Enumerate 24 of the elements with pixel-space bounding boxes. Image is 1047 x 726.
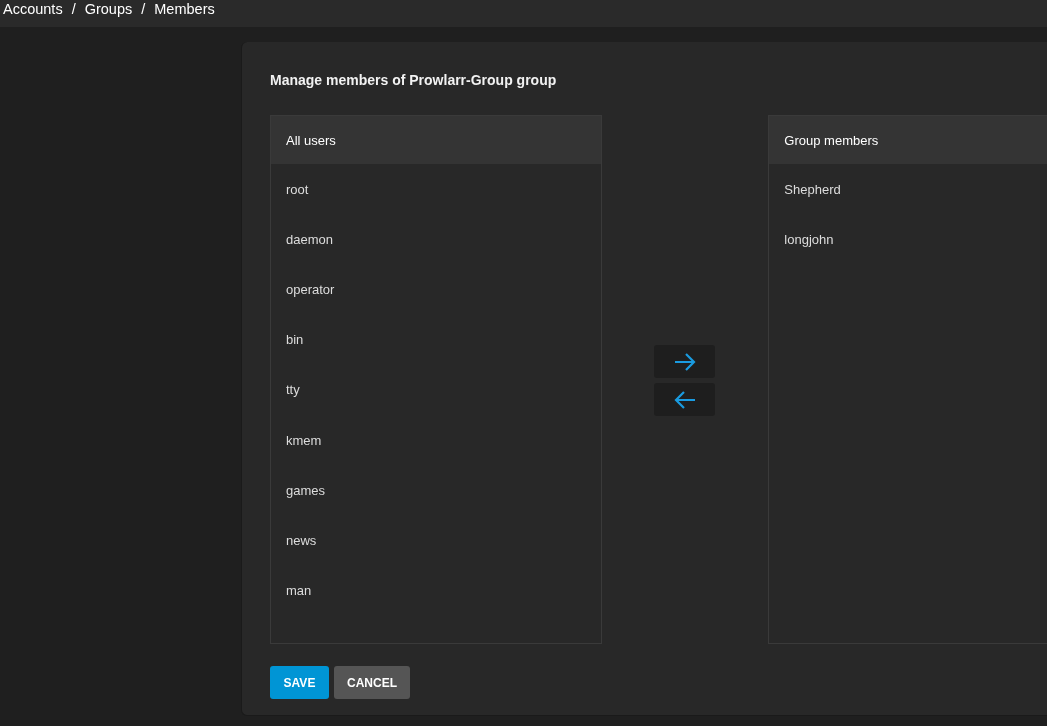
page-title: Manage members of Prowlarr-Group group [270,71,558,90]
breadcrumb-link[interactable]: Groups [84,0,133,18]
breadcrumb-separator: / [141,0,146,18]
list-header: Group members [769,116,1047,164]
add-button[interactable] [654,345,716,378]
list-item[interactable]: root [271,164,601,215]
cancel-button[interactable]: CANCEL [334,666,410,699]
list-header: All users [271,116,601,164]
list-item[interactable]: news [271,515,601,566]
list-item[interactable]: operator [271,264,601,315]
list-item[interactable]: games [271,465,601,516]
breadcrumb-separator: / [71,0,76,18]
list-item[interactable]: longjohn [769,214,1047,265]
arrow-right-icon [673,351,696,372]
arrow-left-icon [673,389,696,410]
list-item[interactable]: man [271,565,601,616]
remove-button[interactable] [654,383,716,416]
list-item[interactable]: Shepherd [769,164,1047,215]
breadcrumb-link[interactable]: Accounts [3,0,63,18]
breadcrumb-link[interactable]: Members [154,0,215,18]
list-item[interactable]: bin [271,314,601,365]
list-item[interactable]: tty [271,364,601,415]
list-item[interactable]: kmem [271,414,601,466]
list-item[interactable]: daemon [271,214,601,265]
